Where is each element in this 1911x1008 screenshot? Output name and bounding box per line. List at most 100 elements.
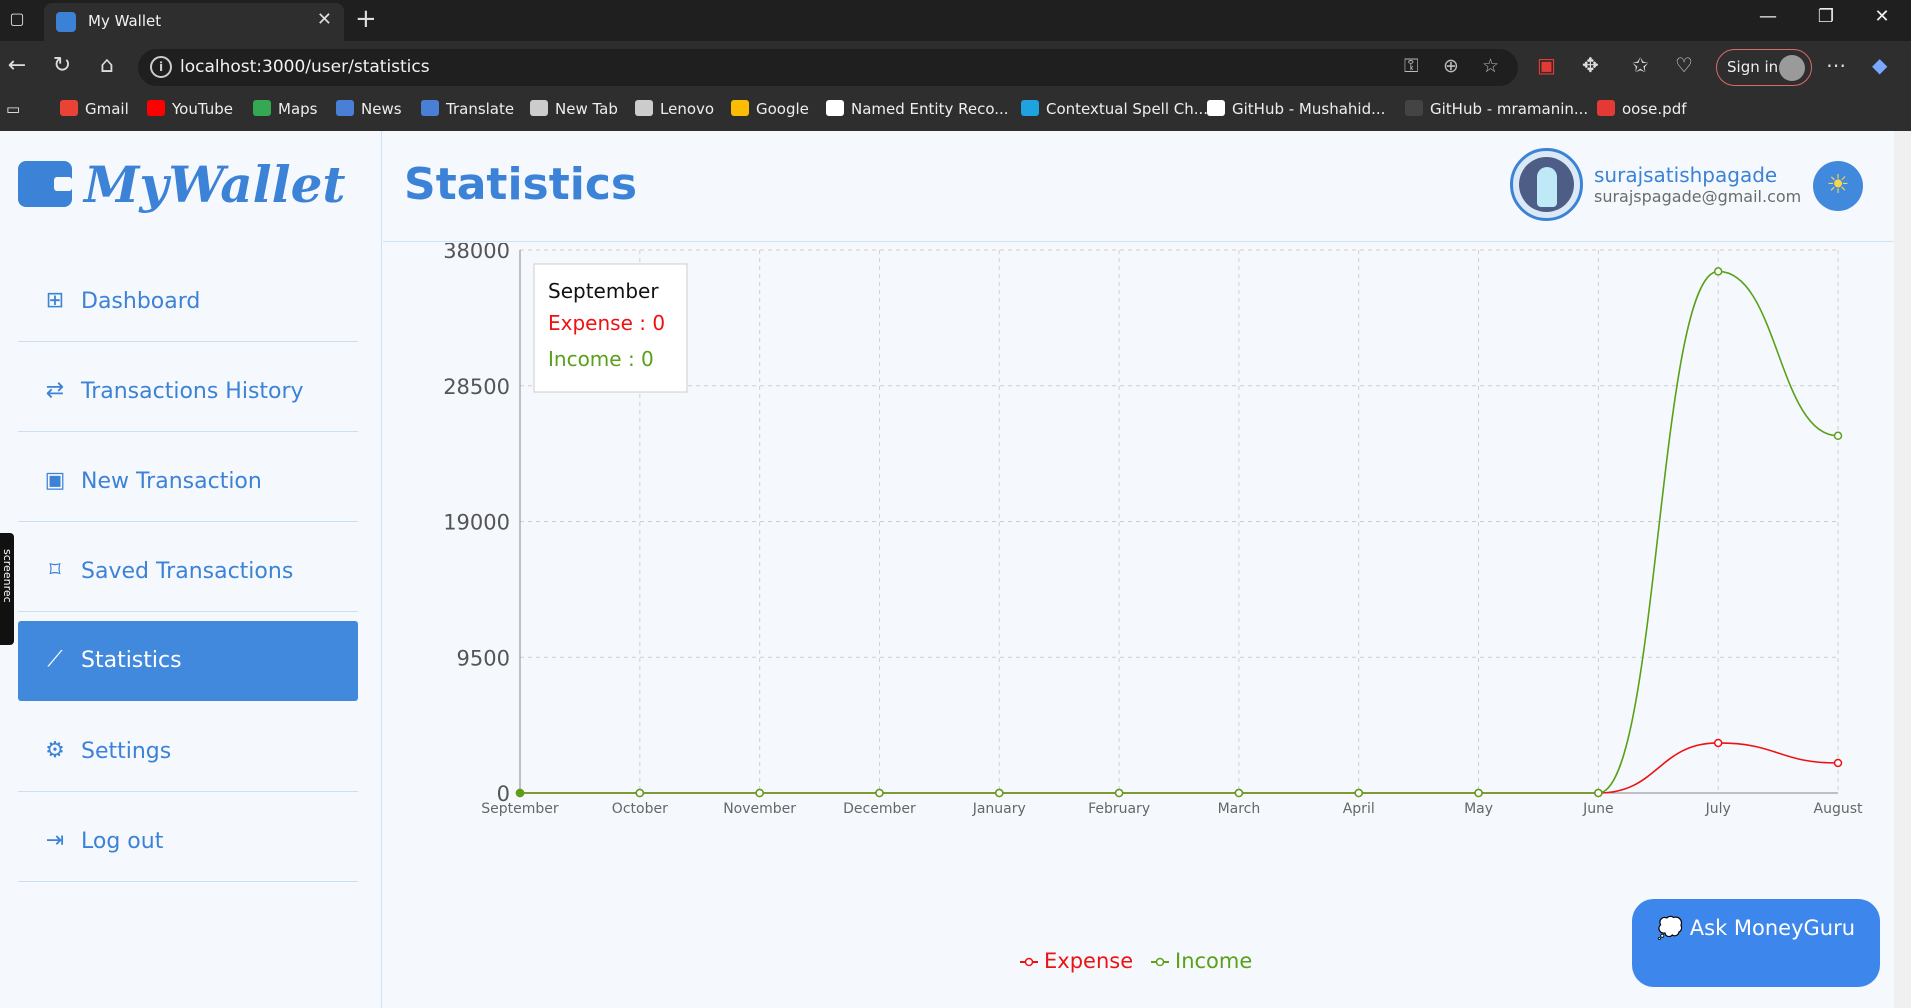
ask-moneyguru-button[interactable]: 💭 Ask MoneyGuru	[1632, 899, 1880, 987]
data-point-expense[interactable]	[1833, 758, 1843, 768]
extension-icon[interactable]: ▣	[1537, 53, 1556, 77]
bookmark-label: Named Entity Reco...	[851, 100, 1009, 118]
data-point-income[interactable]	[1354, 788, 1363, 798]
calendar-plus-icon: ▣	[44, 468, 66, 493]
sign-in-button[interactable]: Sign in	[1716, 49, 1812, 86]
close-window-icon[interactable]: ✕	[1862, 6, 1902, 27]
bookmark-favicon-icon	[421, 100, 439, 116]
x-tick-label: August	[1814, 801, 1864, 817]
bookmark-label: Google	[756, 100, 809, 118]
sidebar-item-statistics[interactable]: ⟋ Statistics	[18, 621, 358, 701]
refresh-icon[interactable]: ↻	[47, 53, 77, 78]
bookmarks-toggle-icon[interactable]: ▭	[6, 100, 20, 118]
sidebar-item-dashboard[interactable]: ⊞ Dashboard	[18, 262, 358, 342]
favorite-star-icon[interactable]: ☆	[1482, 55, 1499, 77]
x-tick-label: July	[1705, 801, 1731, 817]
bookmark-favicon-icon	[1597, 100, 1615, 116]
minimize-icon[interactable]: —	[1748, 6, 1788, 27]
data-point-income[interactable]	[755, 788, 764, 798]
bookmark-item[interactable]: Maps	[253, 100, 317, 118]
grid-icon: ⊞	[45, 288, 65, 313]
wallet-favicon-icon	[56, 12, 76, 32]
close-tab-icon[interactable]: ✕	[317, 9, 332, 30]
page-scrollbar[interactable]	[1894, 131, 1911, 1008]
favorites-icon[interactable]: ✩	[1632, 53, 1649, 77]
legend-label-income[interactable]: Income	[1175, 949, 1252, 973]
sidebar-item-transactions-history[interactable]: ⇄ Transactions History	[18, 352, 358, 432]
bookmark-label: New Tab	[555, 100, 618, 118]
bookmark-item[interactable]: Translate	[421, 100, 514, 118]
bookmark-favicon-icon	[731, 100, 749, 116]
data-point-income[interactable]	[515, 788, 525, 798]
data-point-income[interactable]	[875, 788, 884, 798]
browser-tab[interactable]: My Wallet ✕	[44, 3, 344, 41]
extensions-puzzle-icon[interactable]: ✥	[1582, 53, 1599, 77]
bookmark-favicon-icon	[60, 100, 78, 116]
sidebar-item-log-out[interactable]: ⇥ Log out	[18, 802, 358, 882]
legend-marker-income	[1155, 957, 1165, 967]
data-point-expense[interactable]	[1713, 738, 1723, 748]
tab-actions-icon[interactable]: ▢	[6, 8, 28, 30]
url-box[interactable]: i localhost:3000/user/statistics ⚿ ⊕ ☆	[138, 49, 1518, 86]
bookmark-item[interactable]: GitHub - Mushahid...	[1207, 100, 1385, 118]
health-icon[interactable]: ♡	[1675, 53, 1693, 77]
bookmark-item[interactable]: YouTube	[147, 100, 233, 118]
zoom-icon[interactable]: ⊕	[1443, 55, 1459, 77]
bookmark-item[interactable]: Gmail	[60, 100, 129, 118]
bookmark-label: Translate	[446, 100, 515, 118]
more-menu-icon[interactable]: ⋯	[1826, 53, 1846, 77]
sidebar-item-saved-transactions[interactable]: ⌑ Saved Transactions	[18, 532, 358, 612]
bookmark-icon: ⌑	[49, 558, 61, 583]
back-icon[interactable]: ←	[2, 53, 32, 78]
data-point-income[interactable]	[1114, 788, 1124, 798]
bookmark-item[interactable]: Google	[731, 100, 809, 118]
address-bar: ← ↻ ⌂ i localhost:3000/user/statistics ⚿…	[0, 41, 1911, 94]
data-point-income[interactable]	[1474, 788, 1483, 798]
y-tick-label: 9500	[457, 646, 510, 670]
x-tick-label: December	[843, 801, 916, 817]
bookmark-item[interactable]: New Tab	[530, 100, 618, 118]
bookmark-favicon-icon	[530, 100, 548, 116]
tooltip-line: Income : 0	[548, 347, 654, 371]
bookmark-label: YouTube	[172, 100, 233, 118]
data-point-income[interactable]	[995, 788, 1004, 798]
legend-label-expense[interactable]: Expense	[1044, 949, 1133, 973]
tab-title: My Wallet	[88, 12, 162, 30]
data-point-income[interactable]	[635, 788, 645, 798]
key-icon[interactable]: ⚿	[1404, 55, 1418, 77]
url-text[interactable]: localhost:3000/user/statistics	[180, 57, 430, 77]
user-avatar[interactable]	[1510, 148, 1583, 221]
data-point-income[interactable]	[1594, 788, 1603, 798]
home-icon[interactable]: ⌂	[92, 53, 122, 78]
data-point-income[interactable]	[1234, 788, 1244, 798]
bookmark-item[interactable]: News	[336, 100, 402, 118]
x-tick-label: October	[612, 801, 668, 817]
profile-avatar-icon	[1779, 55, 1805, 81]
theme-toggle-button[interactable]: ☀	[1813, 161, 1863, 211]
bookmark-item[interactable]: Named Entity Reco...	[826, 100, 1009, 118]
x-tick-label: March	[1218, 801, 1261, 817]
browser-tab-bar: ▢ My Wallet ✕ + — ❐ ✕	[0, 0, 1911, 41]
sidebar-item-settings[interactable]: ⚙ Settings	[18, 712, 358, 792]
bookmark-item[interactable]: Contextual Spell Ch...	[1021, 100, 1208, 118]
x-tick-label: November	[723, 801, 796, 817]
screenrec-widget[interactable]: screenrec	[0, 533, 14, 645]
restore-icon[interactable]: ❐	[1806, 6, 1846, 27]
user-name: surajsatishpagade	[1594, 163, 1778, 187]
statistics-chart[interactable]: 09500190002850038000September October Nove…	[383, 243, 1893, 1008]
copilot-icon[interactable]: ◆	[1872, 53, 1887, 77]
x-tick-label: September	[481, 801, 559, 817]
bookmark-item[interactable]: oose.pdf	[1597, 100, 1687, 118]
bookmark-item[interactable]: GitHub - mramanin...	[1405, 100, 1588, 118]
data-point-income[interactable]	[1713, 267, 1723, 276]
sidebar: MyWallet ⊞ Dashboard ⇄ Transactions History…	[0, 131, 382, 1008]
bookmark-favicon-icon	[147, 100, 165, 116]
legend-marker-expense	[1024, 957, 1034, 967]
sidebar-item-new-transaction[interactable]: ▣ New Transaction	[18, 442, 358, 522]
sidebar-item-label: New Transaction	[81, 469, 262, 494]
bookmark-item[interactable]: Lenovo	[635, 100, 714, 118]
site-info-icon[interactable]: i	[150, 56, 172, 78]
new-tab-icon[interactable]: +	[355, 4, 377, 34]
data-point-income[interactable]	[1833, 431, 1843, 441]
x-tick-label: April	[1343, 801, 1375, 817]
